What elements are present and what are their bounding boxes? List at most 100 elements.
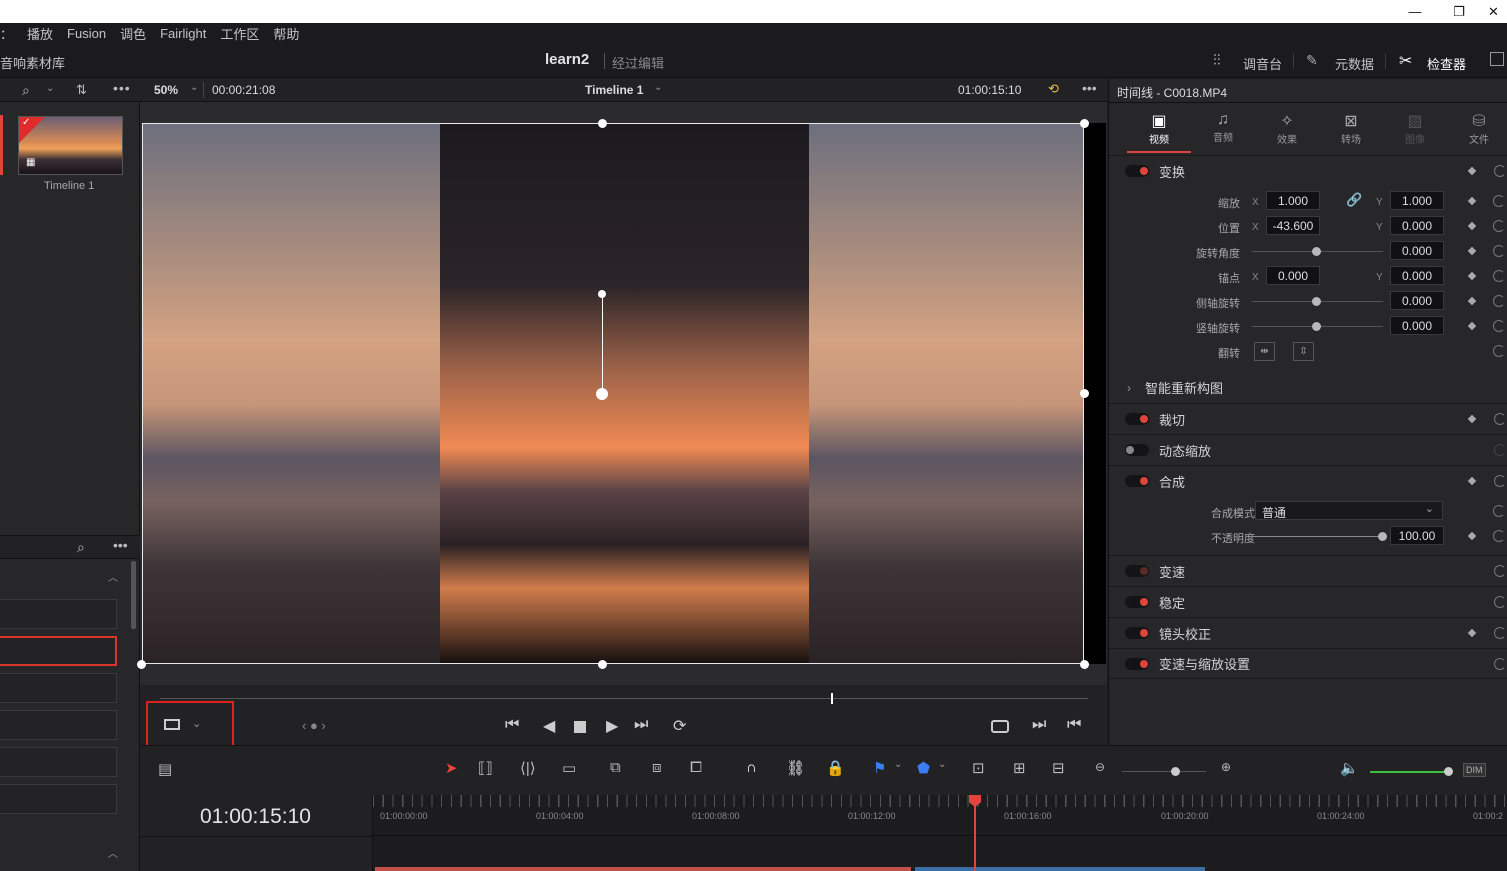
reset-icon[interactable]: [1493, 345, 1505, 357]
keyframe-icon[interactable]: [1467, 296, 1477, 306]
list-item[interactable]: [0, 784, 117, 814]
transform-handle[interactable]: [598, 119, 607, 128]
list-item-selected[interactable]: [0, 636, 117, 666]
list-item[interactable]: [0, 599, 117, 629]
list-item[interactable]: [0, 710, 117, 740]
collapse-icon[interactable]: ︿: [108, 569, 118, 584]
anchor-point-handle[interactable]: [596, 388, 608, 400]
keyframe-icon[interactable]: [1467, 321, 1477, 331]
keyframe-nav-icon[interactable]: ‹ ● ›: [302, 718, 326, 733]
zoom-out-icon[interactable]: ⊖: [1095, 760, 1105, 774]
keyframe-icon[interactable]: [1467, 628, 1477, 638]
transform-handle[interactable]: [137, 660, 146, 669]
transform-handle[interactable]: [598, 660, 607, 669]
lens-correction-section[interactable]: 镜头校正: [1109, 617, 1507, 648]
keyframe-icon[interactable]: [1467, 196, 1477, 206]
chevron-down-icon[interactable]: ⌄: [190, 82, 198, 93]
tab-video[interactable]: ▣ 视频: [1129, 111, 1189, 146]
menu-item-help[interactable]: 帮助: [273, 24, 299, 43]
lock-icon[interactable]: 🔒: [826, 759, 845, 777]
metadata-button[interactable]: 元数据: [1335, 54, 1374, 73]
match-frame-icon[interactable]: [991, 720, 1009, 733]
collapse-icon[interactable]: ︿: [108, 845, 118, 860]
zoom-x-field[interactable]: 1.000: [1266, 191, 1320, 210]
yaw-slider-knob[interactable]: [1312, 322, 1321, 331]
zoom-slider-knob[interactable]: [1171, 767, 1180, 776]
timeline-view-icon[interactable]: ▤: [158, 760, 172, 778]
play-icon[interactable]: ▶: [606, 716, 618, 736]
timeline-name[interactable]: Timeline 1: [585, 83, 643, 97]
reset-icon[interactable]: [1494, 475, 1506, 487]
stop-icon[interactable]: [574, 721, 586, 733]
transform-handle[interactable]: [1080, 119, 1089, 128]
more-options-icon[interactable]: •••: [113, 80, 131, 96]
pitch-slider-knob[interactable]: [1312, 297, 1321, 306]
zoom-slider[interactable]: [1122, 771, 1206, 772]
transform-handle[interactable]: [1080, 389, 1089, 398]
anchor-x-field[interactable]: 0.000: [1266, 266, 1320, 285]
tab-audio[interactable]: ♫ 音频: [1193, 111, 1253, 144]
scrubber-playhead[interactable]: [831, 693, 833, 704]
tab-image[interactable]: ▨ 图像: [1385, 111, 1445, 146]
composite-toggle[interactable]: [1125, 475, 1149, 487]
zoom-in-icon[interactable]: ⊕: [1221, 760, 1231, 774]
overwrite-clip-icon[interactable]: ⧈: [652, 759, 662, 776]
dynamic-zoom-toggle[interactable]: [1125, 444, 1149, 456]
tab-transitions[interactable]: ⊠ 转场: [1321, 111, 1381, 146]
lens-correction-toggle[interactable]: [1125, 627, 1149, 639]
reset-icon[interactable]: [1493, 195, 1505, 207]
skip-to-end-icon[interactable]: ⏭: [634, 716, 648, 734]
list-item[interactable]: [0, 673, 117, 703]
next-frame-icon[interactable]: ⏭: [1032, 716, 1046, 734]
replace-clip-icon[interactable]: ⧠: [690, 759, 702, 776]
composite-mode-select[interactable]: 普通 ⌄: [1255, 501, 1443, 520]
link-icon[interactable]: ⛓: [786, 759, 805, 777]
volume-slider-knob[interactable]: [1444, 767, 1453, 776]
scrollbar[interactable]: [131, 561, 136, 629]
reset-icon[interactable]: [1493, 505, 1505, 517]
menu-item[interactable]: ：: [0, 24, 13, 43]
rotation-slider-knob[interactable]: [1312, 247, 1321, 256]
yaw-field[interactable]: 0.000: [1390, 316, 1444, 335]
zoom-detail-icon[interactable]: ⊞: [1013, 759, 1026, 777]
stabilize-toggle[interactable]: [1125, 596, 1149, 608]
dim-button[interactable]: DIM: [1463, 763, 1486, 777]
sync-icon[interactable]: ⟲: [1048, 81, 1059, 97]
selection-tool-icon[interactable]: ➤: [445, 759, 458, 777]
video-clip[interactable]: [375, 867, 911, 871]
transform-section-header[interactable]: 变换: [1109, 155, 1507, 186]
flip-vertical-icon[interactable]: ⇳: [1293, 342, 1314, 361]
crop-section[interactable]: 裁切: [1109, 403, 1507, 434]
crop-toggle[interactable]: [1125, 413, 1149, 425]
menu-item-fairlight[interactable]: Fairlight: [160, 26, 206, 41]
mixer-icon[interactable]: ⫶⫶: [1213, 52, 1221, 69]
inspector-button[interactable]: 检查器: [1427, 54, 1466, 73]
timeline-thumbnail[interactable]: ✓ ▦: [18, 116, 123, 175]
sort-icon[interactable]: ⇅: [76, 82, 87, 98]
insert-clip-icon[interactable]: ⧉: [610, 759, 621, 776]
retime-scaling-section[interactable]: 变速与缩放设置: [1109, 648, 1507, 679]
smart-reframe-section[interactable]: › 智能重新构图: [1109, 372, 1507, 403]
video-clip[interactable]: [915, 867, 1205, 871]
position-y-field[interactable]: 0.000: [1390, 216, 1444, 235]
reset-icon[interactable]: [1493, 320, 1505, 332]
skip-to-start-icon[interactable]: ⏮: [505, 716, 519, 734]
reset-icon[interactable]: [1494, 596, 1506, 608]
zoom-select[interactable]: 50%: [154, 83, 178, 97]
close-button[interactable]: ✕: [1480, 0, 1507, 23]
flip-horizontal-icon[interactable]: ⇹: [1254, 342, 1275, 361]
scrubber-track[interactable]: [160, 698, 1088, 699]
maximize-button[interactable]: ❐: [1436, 0, 1482, 23]
menu-item-color[interactable]: 调色: [120, 24, 146, 43]
keyframe-icon[interactable]: [1467, 246, 1477, 256]
menu-item-playback[interactable]: 播放: [27, 24, 53, 43]
blade-tool-icon[interactable]: ▭: [562, 759, 576, 777]
snapping-icon[interactable]: ∩: [746, 759, 757, 776]
keyframe-icon[interactable]: [1467, 271, 1477, 281]
reset-icon[interactable]: [1494, 444, 1506, 456]
zoom-full-icon[interactable]: ⊡: [972, 759, 985, 777]
list-item[interactable]: [0, 747, 117, 777]
chevron-down-icon[interactable]: ⌄: [894, 759, 902, 770]
marker-icon[interactable]: ⬟: [917, 759, 930, 777]
chevron-down-icon[interactable]: ⌄: [938, 759, 946, 770]
